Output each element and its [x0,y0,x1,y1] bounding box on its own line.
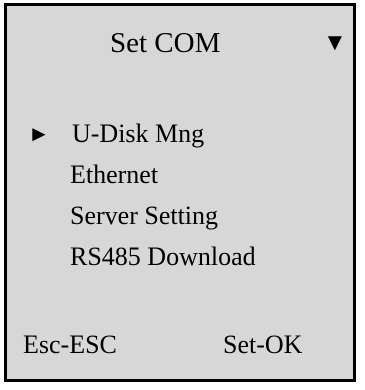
screen-title: Set COM [110,27,221,59]
scroll-down-icon[interactable]: ▼ [323,28,347,58]
esc-key-hint[interactable]: Esc-ESC [23,329,117,361]
menu-item-label: Ethernet [70,160,159,189]
ok-key-hint[interactable]: Set-OK [223,329,302,361]
menu-item-label: RS485 Download [70,242,256,271]
device-screen: Set COM ▼ ► U-Disk Mng Ethernet Server S… [4,3,356,382]
selection-arrow-icon: ► [28,121,50,146]
menu-item-label: U-Disk Mng [72,119,205,148]
menu-item-label: Server Setting [70,201,219,230]
